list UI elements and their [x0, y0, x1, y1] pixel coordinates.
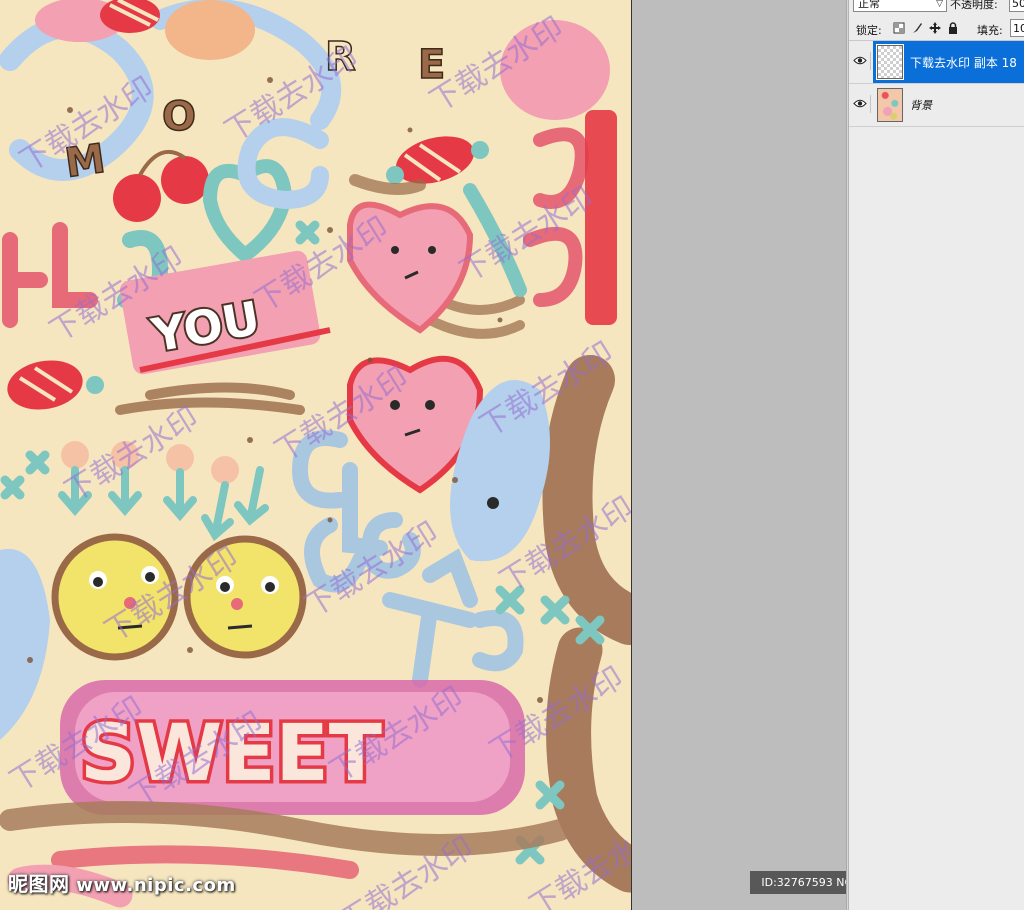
layer-row[interactable]: 下载去水印 副本 18: [849, 41, 1024, 84]
opacity-label: 不透明度:: [950, 0, 998, 11]
letter-r: R: [325, 34, 356, 80]
layer-thumbnail: [877, 88, 903, 122]
letter-m: M: [62, 136, 108, 187]
blend-row: 正常 ▽ 不透明度: 50: [849, 0, 1024, 14]
layer-thumbnail: [876, 44, 904, 80]
letter-e: E: [418, 42, 445, 88]
lock-label: 锁定:: [856, 24, 882, 37]
eye-icon: [853, 99, 867, 108]
blend-mode-value: 正常: [858, 0, 880, 10]
chevron-down-icon: ▽: [936, 0, 943, 9]
layer-body[interactable]: 下载去水印 副本 18: [873, 41, 1024, 83]
lock-move-icon[interactable]: [929, 22, 941, 34]
fill-label: 填充:: [977, 24, 1003, 37]
site-logo: 昵图网 www.nipic.com: [8, 868, 236, 897]
visibility-toggle[interactable]: [852, 95, 871, 113]
layer-body[interactable]: 背景: [873, 84, 1024, 126]
canvas-area[interactable]: M O R E YOU SWEET 下载去水印 下载去水印 下载去水印 下载去水…: [0, 0, 1008, 910]
site-logo-brand: 昵图网: [8, 872, 70, 896]
artwork-illustration: M O R E YOU SWEET: [0, 0, 631, 910]
visibility-toggle[interactable]: [852, 52, 871, 70]
eye-icon: [853, 56, 867, 65]
opacity-input[interactable]: 50: [1009, 0, 1024, 12]
letter-o: O: [162, 94, 196, 140]
blend-mode-select[interactable]: 正常 ▽: [853, 0, 947, 12]
layer-row[interactable]: 背景: [849, 84, 1024, 127]
lock-row: 锁定: 填充: 100: [849, 18, 1024, 41]
word-sweet: SWEET: [80, 709, 382, 799]
site-logo-url: www.nipic.com: [76, 875, 236, 896]
lock-paint-icon[interactable]: [911, 22, 923, 34]
fill-input[interactable]: 100: [1010, 19, 1024, 37]
artwork-document[interactable]: M O R E YOU SWEET 下载去水印 下载去水印 下载去水印 下载去水…: [0, 0, 632, 910]
layer-name[interactable]: 背景: [910, 97, 932, 113]
lock-all-icon[interactable]: [947, 22, 959, 34]
layers-panel: 正常 ▽ 不透明度: 50 锁定: 填充: 100: [849, 0, 1024, 910]
layer-name[interactable]: 下载去水印 副本 18: [910, 54, 1017, 71]
lock-transparency-icon[interactable]: [893, 22, 905, 34]
